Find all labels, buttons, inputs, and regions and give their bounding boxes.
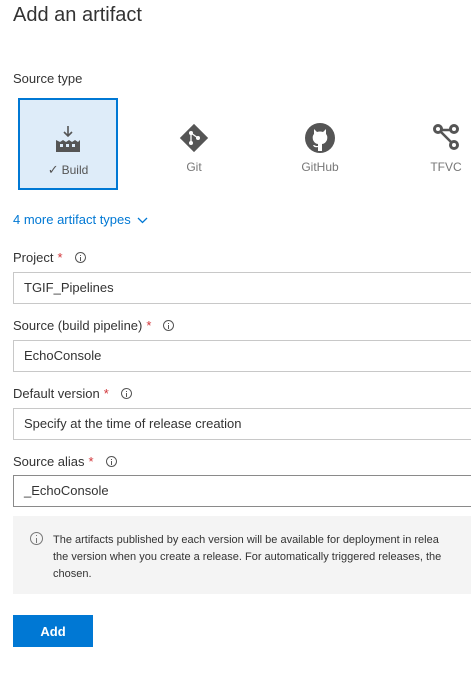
- source-type-tfvc[interactable]: TFVC: [396, 98, 471, 190]
- add-button[interactable]: Add: [13, 615, 93, 647]
- source-type-git[interactable]: Git: [144, 98, 244, 190]
- required-marker: *: [146, 318, 152, 333]
- info-icon[interactable]: [120, 388, 132, 399]
- tile-label-tfvc: TFVC: [430, 160, 462, 174]
- source-type-build[interactable]: ✓ Build: [18, 98, 118, 190]
- build-icon: [53, 124, 83, 159]
- more-artifact-types-link[interactable]: 4 more artifact types: [13, 212, 148, 227]
- source-alias-label: Source alias *: [13, 454, 117, 469]
- default-version-label: Default version *: [13, 386, 132, 401]
- default-version-select[interactable]: Specify at the time of release creation: [13, 408, 471, 440]
- source-select[interactable]: EchoConsole: [13, 340, 471, 372]
- source-type-github[interactable]: GitHub: [270, 98, 370, 190]
- info-icon[interactable]: [74, 252, 86, 263]
- panel-title: Add an artifact: [13, 4, 142, 26]
- info-icon[interactable]: [105, 456, 117, 467]
- tile-label-github: GitHub: [301, 160, 339, 174]
- more-artifact-types-label: 4 more artifact types: [13, 212, 131, 227]
- git-icon: [178, 122, 210, 159]
- source-alias-input[interactable]: _EchoConsole: [13, 475, 471, 507]
- chevron-down-icon: [137, 217, 148, 224]
- required-marker: *: [88, 454, 94, 469]
- tfvc-icon: [431, 122, 461, 157]
- tile-label-git: Git: [186, 160, 202, 174]
- required-marker: *: [103, 386, 109, 401]
- required-marker: *: [57, 250, 63, 265]
- github-icon: [304, 122, 336, 159]
- source-type-label: Source type: [13, 71, 83, 86]
- info-icon: [30, 532, 43, 545]
- source-label: Source (build pipeline) *: [13, 318, 175, 333]
- info-note: The artifacts published by each version …: [13, 516, 471, 594]
- project-label: Project *: [13, 250, 86, 265]
- info-note-text: The artifacts published by each version …: [53, 534, 442, 580]
- checkmark-icon: ✓: [47, 162, 59, 177]
- info-icon[interactable]: [163, 320, 175, 331]
- project-select[interactable]: TGIF_Pipelines: [13, 272, 471, 304]
- tile-label-build: ✓ Build: [47, 162, 89, 177]
